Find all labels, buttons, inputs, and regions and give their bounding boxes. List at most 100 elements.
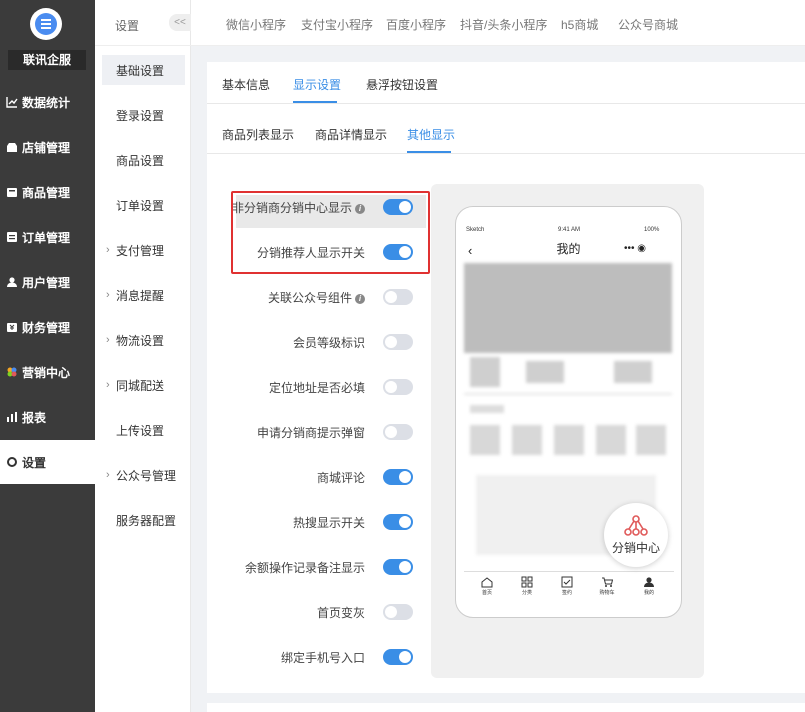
fab-label: 分销中心 — [611, 540, 660, 555]
sidebar-item-marketing[interactable]: 营销中心 — [0, 350, 95, 394]
subnav-item-label: 消息提醒 — [116, 288, 165, 303]
home-icon — [481, 577, 493, 588]
sidebar-item-orders[interactable]: 订单管理 — [0, 215, 95, 259]
phone-tab-mine: 我的 — [634, 576, 664, 596]
tab-floating-button[interactable]: 悬浮按钮设置 — [366, 76, 438, 93]
tab-goods-detail-display[interactable]: 商品详情显示 — [315, 126, 387, 143]
subnav-item-label: 公众号管理 — [116, 468, 177, 483]
phone-tab-sign: 签约 — [552, 576, 582, 596]
subnav-item-official-account[interactable]: › 公众号管理 — [102, 460, 185, 490]
subnav-item-label: 订单设置 — [116, 198, 165, 213]
blurred-block — [470, 357, 500, 387]
distribution-icon — [624, 514, 648, 536]
user-icon — [644, 577, 654, 587]
marketing-icon — [6, 366, 18, 378]
tab-official-account-store[interactable]: 公众号商城 — [618, 16, 678, 33]
subnav-item-label: 支付管理 — [116, 243, 165, 258]
setting-label: 商城评论 — [316, 471, 365, 485]
sidebar-item-finance[interactable]: 财务管理 — [0, 305, 95, 349]
setting-toggle[interactable] — [383, 604, 413, 620]
setting-row-homepage-gray: 首页变灰 — [211, 596, 413, 626]
logo — [30, 8, 62, 40]
platform-tabs: 微信小程序 支付宝小程序 百度小程序 抖音/头条小程序 h5商城 公众号商城 — [191, 0, 805, 46]
tab-goods-list-display[interactable]: 商品列表显示 — [222, 126, 294, 143]
subnav-item-label: 登录设置 — [116, 108, 165, 123]
tab-baidu-miniprogram[interactable]: 百度小程序 — [386, 16, 446, 33]
subnav-item-server[interactable]: 服务器配置 — [102, 505, 185, 535]
tab-alipay-miniprogram[interactable]: 支付宝小程序 — [301, 16, 373, 33]
setting-toggle[interactable] — [383, 289, 413, 305]
order-icon — [6, 231, 18, 243]
chevron-right-icon: › — [106, 334, 110, 346]
subnav-title: 设置 — [115, 19, 140, 33]
setting-row-store-comments: 商城评论 — [211, 461, 413, 491]
setting-toggle[interactable] — [383, 424, 413, 440]
subnav-item-goods[interactable]: 商品设置 — [102, 145, 185, 175]
tab-other-display[interactable]: 其他显示 — [407, 126, 455, 143]
user-icon — [6, 276, 18, 288]
blurred-block — [554, 425, 584, 455]
sidebar-item-label: 营销中心 — [22, 365, 71, 380]
sidebar-item-label: 商品管理 — [22, 185, 71, 200]
blurred-block — [470, 405, 504, 413]
profile-header-blur — [464, 263, 672, 353]
blurred-block — [470, 425, 500, 455]
setting-toggle[interactable] — [383, 514, 413, 530]
setting-row-distributor-popup: 申请分销商提示弹窗 — [211, 416, 413, 446]
chart-icon — [6, 96, 18, 108]
tab-douyin-miniprogram[interactable]: 抖音/头条小程序 — [460, 16, 547, 33]
highlight-box — [231, 191, 430, 274]
subnav-item-messages[interactable]: › 消息提醒 — [102, 280, 185, 310]
blurred-block — [614, 361, 652, 383]
tab-display-settings[interactable]: 显示设置 — [293, 76, 341, 93]
setting-row-bind-phone: 绑定手机号入口 — [211, 641, 413, 671]
collapse-button[interactable]: << — [169, 14, 191, 31]
report-icon — [6, 411, 18, 423]
shop-icon — [6, 141, 18, 153]
category-icon — [521, 576, 533, 588]
setting-label: 关联公众号组件 i — [268, 289, 365, 306]
blurred-block — [596, 425, 626, 455]
subnav-item-upload[interactable]: 上传设置 — [102, 415, 185, 445]
setting-row-location-required: 定位地址是否必填 — [211, 371, 413, 401]
goods-icon — [6, 186, 18, 198]
setting-toggle[interactable] — [383, 469, 413, 485]
info-icon[interactable]: i — [355, 293, 365, 304]
capsule-menu-icon: ••• ◉ — [624, 243, 647, 254]
subnav-item-basic[interactable]: 基础设置 — [102, 55, 185, 85]
sidebar-item-users[interactable]: 用户管理 — [0, 260, 95, 304]
setting-toggle[interactable] — [383, 379, 413, 395]
subnav-item-label: 商品设置 — [116, 153, 165, 168]
setting-toggle[interactable] — [383, 649, 413, 665]
settings-icon — [6, 456, 18, 468]
subnav-item-payment[interactable]: › 支付管理 — [102, 235, 185, 265]
blurred-block — [636, 425, 666, 455]
subnav-item-orders[interactable]: 订单设置 — [102, 190, 185, 220]
setting-row-official-account-component: 关联公众号组件 i — [211, 281, 413, 311]
sidebar-item-goods[interactable]: 商品管理 — [0, 170, 95, 214]
tab-wechat-miniprogram[interactable]: 微信小程序 — [226, 16, 286, 33]
setting-toggle[interactable] — [383, 559, 413, 575]
subnav-item-label: 物流设置 — [116, 333, 165, 348]
sidebar-item-report[interactable]: 报表 — [0, 395, 95, 439]
sidebar-item-statistics[interactable]: 数据统计 — [0, 80, 95, 124]
phone-tabbar: 首页 分类 签约 购物车 我的 — [464, 571, 674, 601]
chevron-right-icon: › — [106, 289, 110, 301]
subnav-item-label: 上传设置 — [116, 423, 165, 438]
setting-label: 申请分销商提示弹窗 — [256, 426, 365, 440]
tab-basic-info[interactable]: 基本信息 — [222, 76, 270, 93]
distribution-center-fab[interactable]: 分销中心 — [604, 503, 668, 567]
battery: 100% — [644, 227, 660, 233]
sidebar-item-shop[interactable]: 店铺管理 — [0, 125, 95, 169]
setting-row-balance-note: 余额操作记录备注显示 — [211, 551, 413, 581]
setting-toggle[interactable] — [383, 334, 413, 350]
subnav-item-login[interactable]: 登录设置 — [102, 100, 185, 130]
sign-icon — [561, 576, 573, 588]
tab-h5-store[interactable]: h5商城 — [561, 16, 598, 33]
sidebar-item-settings[interactable]: 设置 — [0, 440, 95, 484]
phone-tab-category: 分类 — [512, 576, 542, 596]
subnav-item-local-delivery[interactable]: › 同城配送 — [102, 370, 185, 400]
subnav-item-label: 同城配送 — [116, 378, 165, 393]
logo-icon — [35, 13, 57, 35]
subnav-item-logistics[interactable]: › 物流设置 — [102, 325, 185, 355]
